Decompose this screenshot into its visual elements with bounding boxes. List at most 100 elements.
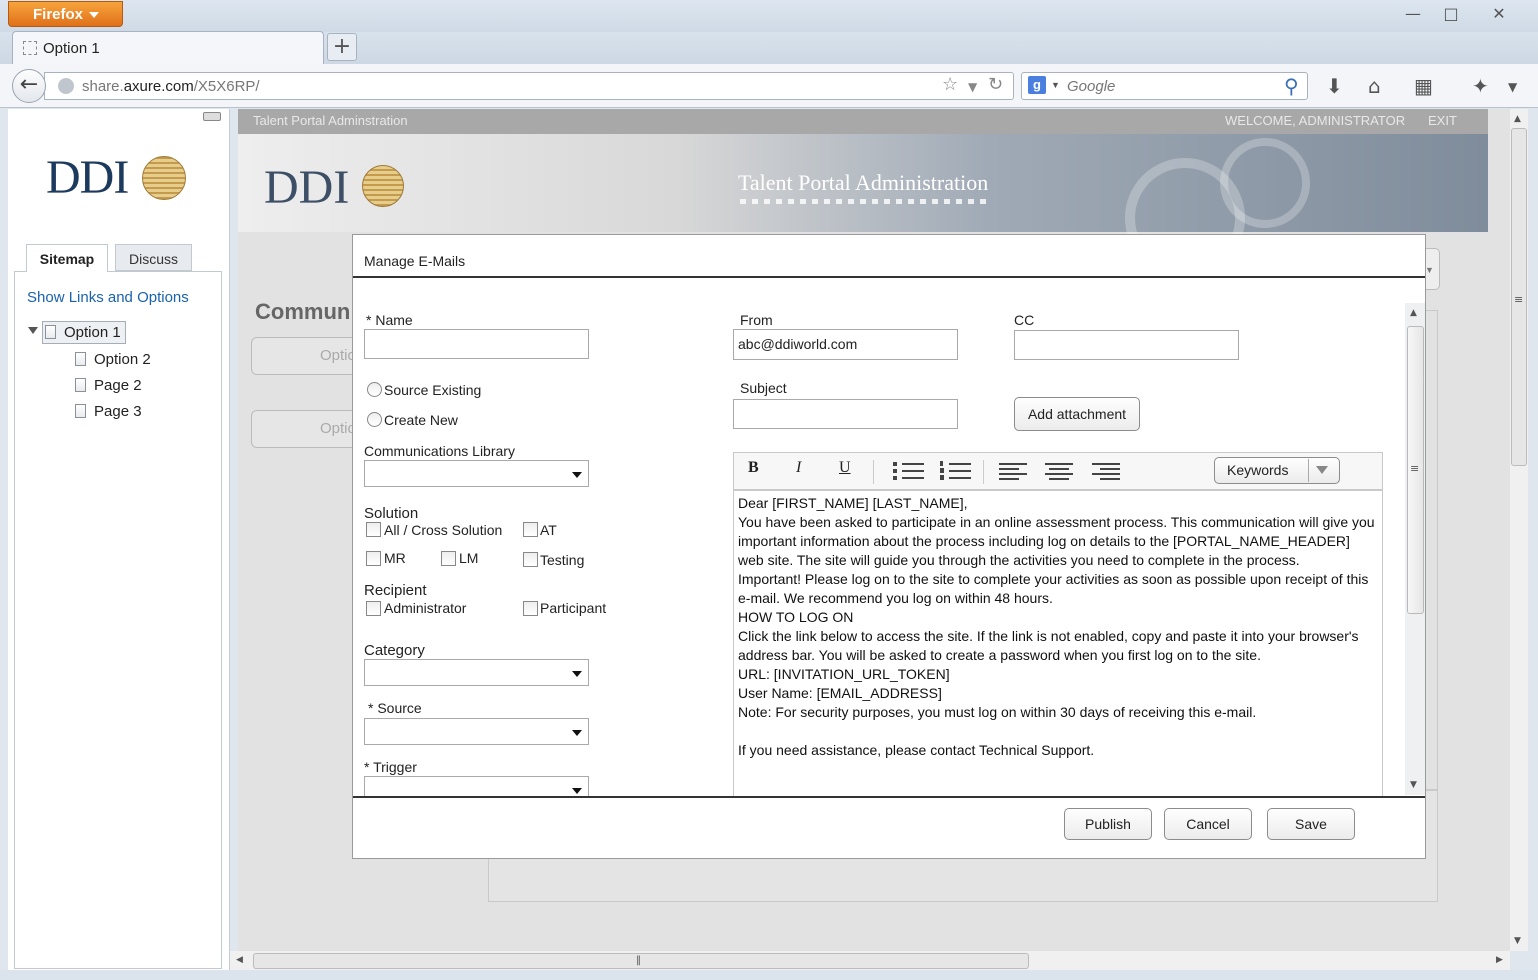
email-body-editor[interactable]: Dear [FIRST_NAME] [LAST_NAME], You have …	[733, 490, 1383, 796]
page-icon	[75, 404, 86, 418]
source-select[interactable]	[364, 718, 589, 745]
bookmarks-icon[interactable]: ▦	[1414, 74, 1433, 98]
collapse-sidebar-button[interactable]	[203, 112, 221, 121]
trigger-select[interactable]	[364, 776, 589, 796]
recipient-participant-label: Participant	[540, 600, 607, 616]
scroll-left-icon[interactable]: ◀	[236, 955, 243, 965]
align-center-icon[interactable]	[1045, 462, 1075, 480]
body-line: You have been asked to participate in an…	[738, 514, 1375, 568]
footer-divider	[353, 796, 1425, 798]
tab-discuss[interactable]: Discuss	[115, 244, 192, 271]
align-left-icon[interactable]	[999, 462, 1029, 480]
url-text[interactable]: share.axure.com/X5X6RP/	[82, 78, 260, 95]
from-input[interactable]: abc@ddiworld.com	[733, 329, 958, 360]
firefox-button-label: Firefox	[33, 6, 84, 23]
new-tab-button[interactable]: +	[327, 33, 357, 61]
chevron-down-icon[interactable]	[1316, 466, 1328, 474]
source-existing-radio[interactable]	[367, 382, 382, 397]
ddi-logo: DDI	[46, 150, 129, 205]
recipient-administrator-checkbox[interactable]	[366, 601, 381, 616]
search-magnifier-icon[interactable]: ⚲	[1284, 74, 1299, 98]
sitemap-item-label: Option 2	[94, 351, 151, 368]
scroll-down-icon[interactable]: ▼	[1410, 780, 1417, 790]
solution-all-label: All / Cross Solution	[384, 522, 503, 538]
download-icon[interactable]: ⬇	[1326, 74, 1343, 98]
show-links-and-options-link[interactable]: Show Links and Options	[27, 289, 189, 306]
banner-title: Talent Portal Administration	[738, 170, 989, 195]
solution-testing-checkbox[interactable]	[523, 552, 538, 567]
tab-sitemap[interactable]: Sitemap	[26, 244, 108, 272]
exit-link[interactable]: EXIT	[1428, 113, 1457, 128]
cc-input[interactable]	[1014, 330, 1239, 360]
minimize-icon[interactable]: —	[1398, 4, 1428, 24]
scroll-right-icon[interactable]: ▶	[1496, 955, 1503, 965]
source-label: * Source	[368, 700, 422, 716]
sitemap-item-option-1[interactable]: Option 1	[42, 321, 126, 344]
search-bar[interactable]	[1021, 72, 1308, 100]
browser-tab-option-1[interactable]: Option 1	[12, 31, 324, 65]
cancel-button[interactable]: Cancel	[1164, 808, 1252, 840]
bulleted-list-icon[interactable]	[893, 460, 925, 482]
search-engine-dropdown-icon[interactable]: ▼	[1051, 80, 1060, 90]
recipient-participant-checkbox[interactable]	[523, 601, 538, 616]
dropdown-arrow-icon	[572, 472, 582, 478]
search-engine-icon[interactable]: g	[1028, 76, 1046, 94]
add-attachment-button[interactable]: Add attachment	[1014, 397, 1140, 431]
solution-all-checkbox[interactable]	[366, 522, 381, 537]
firefox-menu-button[interactable]: Firefox	[8, 1, 123, 27]
subject-input[interactable]	[733, 399, 958, 429]
italic-button[interactable]: I	[796, 459, 801, 477]
sitemap-item-page-3[interactable]: Page 3	[75, 403, 142, 420]
bookmark-star-icon[interactable]: ☆	[942, 74, 958, 95]
history-dropdown-icon[interactable]: ▼	[968, 80, 977, 94]
scroll-grip-icon: ‖	[636, 955, 641, 966]
scroll-down-icon[interactable]: ▼	[1514, 936, 1521, 946]
banner-decoration	[1220, 138, 1310, 228]
body-line: URL: [INVITATION_URL_TOKEN]	[738, 666, 950, 682]
globe-icon	[362, 165, 404, 207]
numbered-list-icon[interactable]	[940, 460, 972, 482]
communications-library-select[interactable]	[364, 460, 589, 487]
app-topbar-title: Talent Portal Adminstration	[253, 113, 408, 128]
category-select[interactable]	[364, 659, 589, 686]
solution-at-checkbox[interactable]	[523, 522, 538, 537]
site-identity-icon[interactable]	[58, 78, 74, 94]
search-input[interactable]: Google	[1067, 78, 1115, 95]
create-new-radio[interactable]	[367, 412, 382, 427]
sitemap-item-option-2[interactable]: Option 2	[75, 351, 151, 368]
solution-label: Solution	[364, 505, 419, 522]
bold-button[interactable]: B	[748, 459, 759, 477]
background-option-button[interactable]: Optio	[251, 410, 361, 448]
solution-lm-checkbox[interactable]	[441, 551, 456, 566]
maximize-icon[interactable]: □	[1436, 4, 1466, 24]
tree-expand-icon[interactable]	[28, 327, 38, 334]
solution-at-label: AT	[540, 522, 557, 538]
recipient-label: Recipient	[364, 582, 427, 599]
body-line	[738, 722, 1378, 741]
dropdown-arrow-icon	[572, 730, 582, 736]
page-icon	[75, 378, 86, 392]
underline-button[interactable]: U	[839, 459, 851, 477]
name-input[interactable]	[364, 329, 589, 359]
background-option-button[interactable]: Optio	[251, 337, 361, 375]
scroll-up-icon[interactable]: ▲	[1410, 308, 1417, 318]
subject-label: Subject	[740, 380, 787, 396]
url-path: /X5X6RP/	[193, 78, 260, 95]
scroll-up-icon[interactable]: ▲	[1514, 114, 1521, 124]
align-right-icon[interactable]	[1092, 462, 1122, 480]
reload-icon[interactable]: ↻	[988, 74, 1003, 95]
home-icon[interactable]: ⌂	[1368, 74, 1381, 98]
menu-chevron-icon[interactable]: ▼	[1508, 80, 1517, 94]
page-favicon-icon	[23, 41, 37, 55]
save-button[interactable]: Save	[1267, 808, 1355, 840]
addon-icon[interactable]: ✦	[1472, 74, 1489, 98]
sitemap-item-label: Page 3	[94, 403, 142, 420]
page-horizontal-scrollbar-thumb[interactable]	[253, 953, 1029, 969]
body-line: Note: For security purposes, you must lo…	[738, 704, 1257, 720]
toolbar-separator	[873, 460, 874, 484]
close-window-icon[interactable]: ✕	[1484, 4, 1514, 24]
publish-button[interactable]: Publish	[1064, 808, 1152, 840]
back-button[interactable]: ←	[12, 69, 46, 103]
sitemap-item-page-2[interactable]: Page 2	[75, 377, 142, 394]
solution-mr-checkbox[interactable]	[366, 551, 381, 566]
